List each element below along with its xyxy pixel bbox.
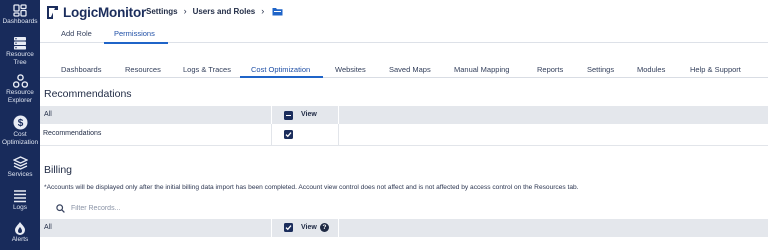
view-column-header: View	[301, 224, 317, 231]
row-label: Recommendations	[43, 130, 102, 137]
nav-label-logs: Logs	[12, 204, 28, 211]
alerts-icon	[15, 222, 25, 235]
chevron-right-icon: ›	[261, 6, 265, 16]
nav-label-resource-tree: Resource Tree	[6, 51, 34, 66]
nav-item-dashboards[interactable]: Dashboards	[0, 4, 40, 26]
check-icon	[285, 225, 292, 231]
tab-modules[interactable]: Modules	[637, 65, 665, 74]
nav-item-logs[interactable]: Logs	[0, 189, 40, 212]
svg-text:$: $	[17, 118, 23, 129]
column-divider	[338, 106, 339, 124]
column-divider	[271, 219, 272, 237]
breadcrumb-settings[interactable]: Settings	[146, 7, 178, 16]
recommendations-view-checkbox[interactable]	[284, 130, 293, 139]
tab-logs-traces[interactable]: Logs & Traces	[183, 65, 231, 74]
nav-item-cost-optimization[interactable]: $ Cost Optimization	[0, 115, 40, 146]
billing-title: Billing	[44, 164, 73, 176]
nav-label-cost-optimization: Cost Optimization	[1, 131, 39, 146]
view-column-header: View	[301, 111, 317, 118]
tab-manual-mapping[interactable]: Manual Mapping	[454, 65, 509, 74]
nav-item-alerts[interactable]: Alerts	[0, 221, 40, 244]
nav-label-services: Services	[7, 171, 33, 178]
tab-settings[interactable]: Settings	[587, 65, 614, 74]
left-nav: Dashboards Resource Tree Resource Explor…	[0, 0, 40, 250]
select-all-view-checkbox[interactable]	[284, 111, 293, 120]
active-tab-indicator	[104, 42, 168, 44]
tab-saved-maps[interactable]: Saved Maps	[389, 65, 431, 74]
folder-icon[interactable]	[272, 7, 283, 16]
nav-label-resource-explorer: Resource Explorer	[6, 89, 34, 104]
nav-label-alerts: Alerts	[11, 236, 29, 243]
breadcrumb-users-and-roles[interactable]: Users and Roles	[193, 7, 256, 16]
nav-item-resource-explorer[interactable]: Resource Explorer	[0, 74, 40, 104]
nav-item-services[interactable]: Services	[0, 156, 40, 179]
tab-permissions[interactable]: Permissions	[114, 29, 155, 38]
resource-tree-icon	[14, 37, 26, 50]
tab-websites[interactable]: Websites	[335, 65, 366, 74]
tab-add-role[interactable]: Add Role	[61, 29, 92, 38]
cost-optimization-icon: $	[13, 115, 27, 130]
column-divider	[338, 219, 339, 237]
check-icon	[285, 132, 292, 138]
tab-dashboards[interactable]: Dashboards	[61, 65, 101, 74]
tab-reports[interactable]: Reports	[537, 65, 563, 74]
logo[interactable]: LogicMonitor	[45, 4, 146, 20]
filter-records-input[interactable]	[71, 204, 201, 212]
recommendations-title: Recommendations	[44, 88, 132, 100]
permission-category-tabs: Dashboards Resources Logs & Traces Cost …	[40, 57, 768, 78]
billing-grid-header: All View ?	[40, 219, 768, 237]
billing-select-all-view-checkbox[interactable]	[284, 223, 293, 232]
services-icon	[12, 156, 28, 170]
logicmonitor-logo-icon	[47, 5, 58, 19]
breadcrumb: Settings › Users and Roles ›	[146, 6, 283, 16]
help-icon[interactable]: ?	[320, 223, 329, 232]
app-header: LogicMonitor Settings › Users and Roles …	[40, 0, 768, 24]
header-all-label: All	[44, 111, 52, 118]
column-divider	[271, 106, 272, 124]
tab-help-support[interactable]: Help & Support	[690, 65, 741, 74]
recommendations-grid-header: All View	[40, 106, 768, 124]
column-divider	[271, 124, 272, 146]
filter-records	[56, 201, 216, 215]
tab-resources[interactable]: Resources	[125, 65, 161, 74]
chevron-right-icon: ›	[183, 6, 187, 16]
column-divider	[338, 124, 339, 146]
logs-icon	[14, 190, 26, 203]
table-row: Recommendations	[40, 124, 768, 146]
logo-text: LogicMonitor	[63, 4, 147, 20]
nav-label-dashboards: Dashboards	[2, 18, 38, 25]
dashboards-icon	[13, 4, 27, 17]
header-all-label: All	[44, 224, 52, 231]
nav-item-resource-tree[interactable]: Resource Tree	[0, 36, 40, 66]
resource-explorer-icon	[12, 74, 28, 88]
billing-note: *Accounts will be displayed only after t…	[44, 184, 579, 191]
active-subtab-indicator	[240, 76, 323, 78]
tab-cost-optimization[interactable]: Cost Optimization	[251, 65, 310, 74]
search-icon	[56, 203, 65, 213]
role-tabs: Add Role Permissions	[40, 25, 768, 44]
